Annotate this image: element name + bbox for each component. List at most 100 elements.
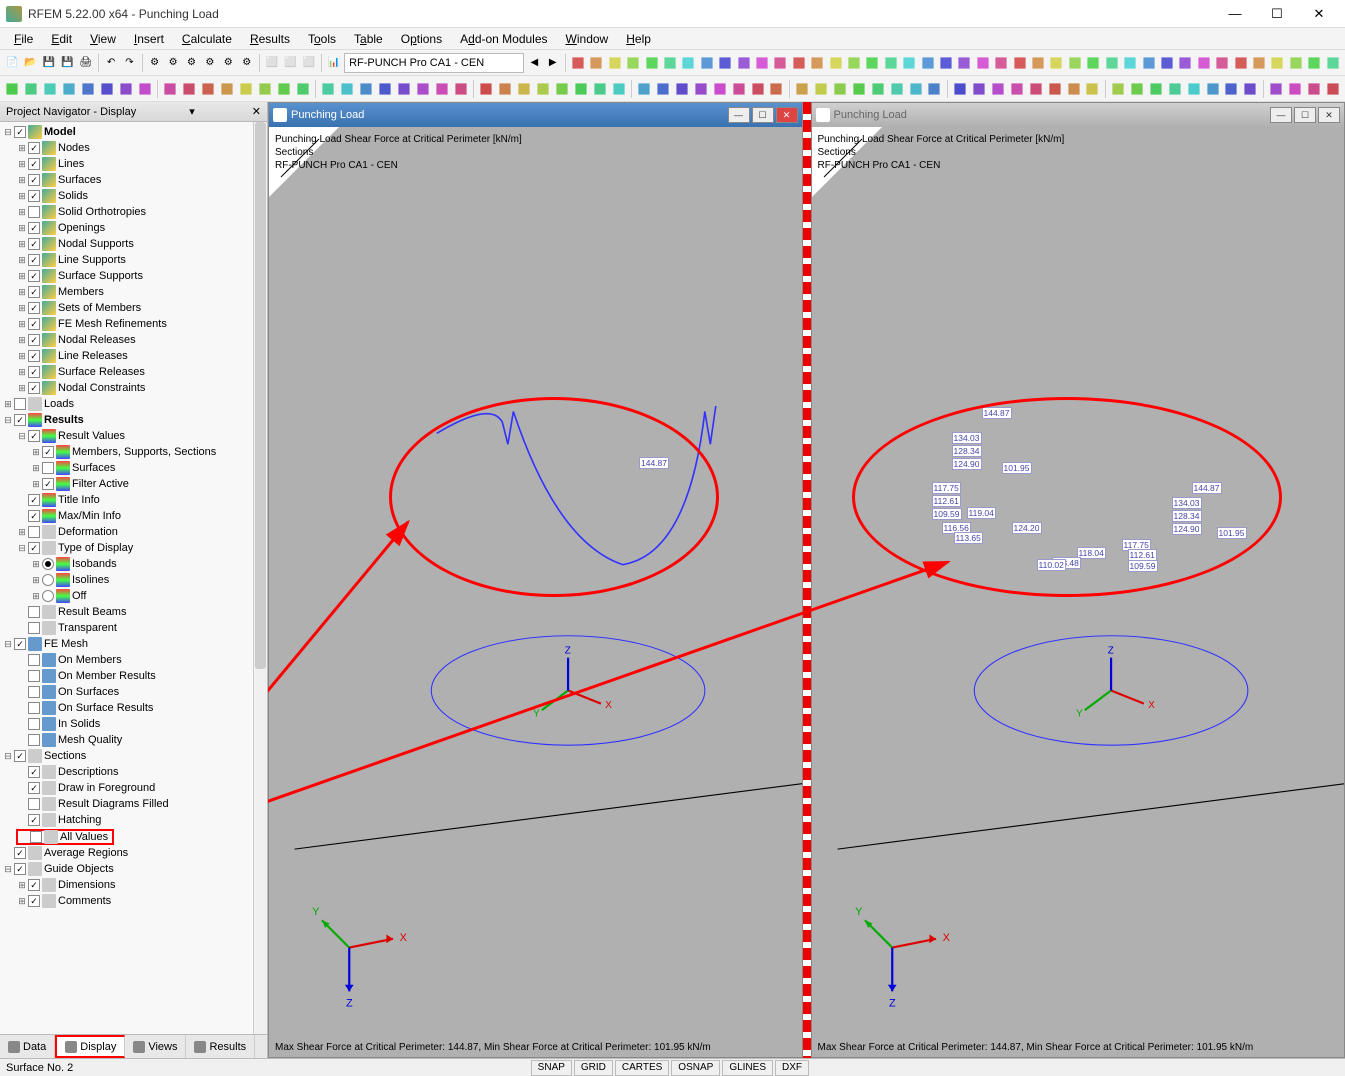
checkbox-icon[interactable] bbox=[28, 270, 40, 282]
status-osnap[interactable]: OSNAP bbox=[671, 1060, 720, 1076]
tool-icon[interactable]: ⬜ bbox=[282, 53, 298, 73]
toolbar-icon[interactable] bbox=[1287, 79, 1304, 99]
tree-item[interactable]: ⊞Sets of Members bbox=[2, 300, 265, 316]
toolbar-icon[interactable] bbox=[1166, 79, 1183, 99]
menu-results[interactable]: Results bbox=[242, 30, 298, 48]
toolbar-icon[interactable] bbox=[938, 53, 954, 73]
toolbar-icon[interactable] bbox=[553, 79, 570, 99]
toolbar-icon[interactable] bbox=[794, 79, 811, 99]
tree-item[interactable]: ⊟Sections bbox=[2, 748, 265, 764]
toolbar-icon[interactable] bbox=[1242, 79, 1259, 99]
toolbar-icon[interactable] bbox=[395, 79, 412, 99]
tree-item[interactable]: ⊟Type of Display bbox=[2, 540, 265, 556]
toolbar-icon[interactable] bbox=[1177, 53, 1193, 73]
redo-icon[interactable]: ↷ bbox=[121, 53, 137, 73]
tree-label[interactable]: Openings bbox=[58, 222, 105, 234]
toolbar-icon[interactable] bbox=[1048, 53, 1064, 73]
tree-label[interactable]: Draw in Foreground bbox=[58, 782, 155, 794]
menu-view[interactable]: View bbox=[82, 30, 124, 48]
menu-insert[interactable]: Insert bbox=[126, 30, 172, 48]
tree-label[interactable]: On Members bbox=[58, 654, 122, 666]
tree-item[interactable]: ⊞Loads bbox=[2, 396, 265, 412]
tree-label[interactable]: Comments bbox=[58, 895, 111, 907]
checkbox-icon[interactable] bbox=[42, 462, 54, 474]
checkbox-icon[interactable] bbox=[28, 430, 40, 442]
checkbox-icon[interactable] bbox=[28, 142, 40, 154]
toolbar-icon[interactable] bbox=[256, 79, 273, 99]
toolbar-icon[interactable] bbox=[1067, 53, 1083, 73]
tree-toggle-icon[interactable]: ⊞ bbox=[16, 159, 28, 170]
toolbar-icon[interactable] bbox=[730, 79, 747, 99]
tree-label[interactable]: On Surfaces bbox=[58, 686, 119, 698]
tree-toggle-icon[interactable]: ⊟ bbox=[16, 543, 28, 554]
toolbar-icon[interactable] bbox=[809, 53, 825, 73]
saveas-icon[interactable]: 💾 bbox=[59, 53, 75, 73]
tree-label[interactable]: Mesh Quality bbox=[58, 734, 122, 746]
toolbar-icon[interactable] bbox=[294, 79, 311, 99]
tree-toggle-icon[interactable]: ⊞ bbox=[16, 527, 28, 538]
tree-label[interactable]: Deformation bbox=[58, 526, 118, 538]
print-icon[interactable]: 🖨 bbox=[78, 53, 94, 73]
toolbar-icon[interactable] bbox=[80, 79, 97, 99]
navigator-close-icon[interactable]: ✕ bbox=[252, 105, 261, 118]
radio-icon[interactable] bbox=[42, 558, 54, 570]
tree-toggle-icon[interactable]: ⊞ bbox=[16, 367, 28, 378]
toolbar-icon[interactable] bbox=[1232, 53, 1248, 73]
tree-toggle-icon[interactable]: ⊟ bbox=[2, 415, 14, 426]
toolbar-icon[interactable] bbox=[1159, 53, 1175, 73]
status-grid[interactable]: GRID bbox=[574, 1060, 613, 1076]
tree-label[interactable]: Guide Objects bbox=[44, 863, 114, 875]
tree-label[interactable]: All Values bbox=[60, 831, 108, 843]
tree-item[interactable]: Mesh Quality bbox=[2, 732, 265, 748]
toolbar-icon[interactable] bbox=[200, 79, 217, 99]
toolbar-icon[interactable] bbox=[768, 79, 785, 99]
tree-label[interactable]: Result Diagrams Filled bbox=[58, 798, 169, 810]
toolbar-icon[interactable] bbox=[1011, 53, 1027, 73]
toolbar-icon[interactable] bbox=[971, 79, 988, 99]
tree-item[interactable]: Hatching bbox=[2, 812, 265, 828]
toolbar-icon[interactable] bbox=[990, 79, 1007, 99]
tree-label[interactable]: Average Regions bbox=[44, 847, 128, 859]
tree-toggle-icon[interactable]: ⊞ bbox=[16, 319, 28, 330]
tree-item[interactable]: Transparent bbox=[2, 620, 265, 636]
checkbox-icon[interactable] bbox=[28, 158, 40, 170]
next-icon[interactable]: ▶ bbox=[545, 53, 561, 73]
toolbar-icon[interactable] bbox=[1204, 79, 1221, 99]
checkbox-icon[interactable] bbox=[28, 542, 40, 554]
tree-toggle-icon[interactable]: ⊞ bbox=[30, 463, 42, 474]
toolbar-icon[interactable] bbox=[452, 79, 469, 99]
new-icon[interactable]: 📄 bbox=[4, 53, 20, 73]
prev-icon[interactable]: ◀ bbox=[526, 53, 542, 73]
toolbar-icon[interactable] bbox=[827, 53, 843, 73]
checkbox-icon[interactable] bbox=[28, 686, 40, 698]
tree-label[interactable]: Filter Active bbox=[72, 478, 129, 490]
tree-toggle-icon[interactable]: ⊞ bbox=[16, 287, 28, 298]
toolbar-icon[interactable] bbox=[975, 53, 991, 73]
toolbar-icon[interactable] bbox=[377, 79, 394, 99]
tree-label[interactable]: Result Beams bbox=[58, 606, 126, 618]
toolbar-icon[interactable] bbox=[98, 79, 115, 99]
status-cartes[interactable]: CARTES bbox=[615, 1060, 669, 1076]
menu-table[interactable]: Table bbox=[346, 30, 391, 48]
tree-label[interactable]: Results bbox=[44, 414, 84, 426]
view-close-icon[interactable]: ✕ bbox=[1318, 107, 1340, 123]
tree-label[interactable]: On Surface Results bbox=[58, 702, 153, 714]
tab-data[interactable]: Data bbox=[0, 1035, 55, 1058]
toolbar-icon[interactable] bbox=[1140, 53, 1156, 73]
toolbar-icon[interactable] bbox=[572, 79, 589, 99]
toolbar-icon[interactable] bbox=[699, 53, 715, 73]
checkbox-icon[interactable] bbox=[42, 446, 54, 458]
menu-edit[interactable]: Edit bbox=[43, 30, 80, 48]
minimize-button[interactable]: — bbox=[1215, 1, 1255, 27]
toolbar-icon[interactable] bbox=[1306, 53, 1322, 73]
tree-toggle-icon[interactable]: ⊞ bbox=[16, 303, 28, 314]
tree-item[interactable]: ⊞Nodes bbox=[2, 140, 265, 156]
checkbox-icon[interactable] bbox=[28, 366, 40, 378]
tree-label[interactable]: Solids bbox=[58, 190, 88, 202]
toolbar-icon[interactable] bbox=[1110, 79, 1127, 99]
tree-label[interactable]: FE Mesh bbox=[44, 638, 88, 650]
toolbar-icon[interactable] bbox=[1223, 79, 1240, 99]
toolbar-icon[interactable] bbox=[1129, 79, 1146, 99]
checkbox-icon[interactable] bbox=[28, 254, 40, 266]
tree-item[interactable]: ⊞Openings bbox=[2, 220, 265, 236]
